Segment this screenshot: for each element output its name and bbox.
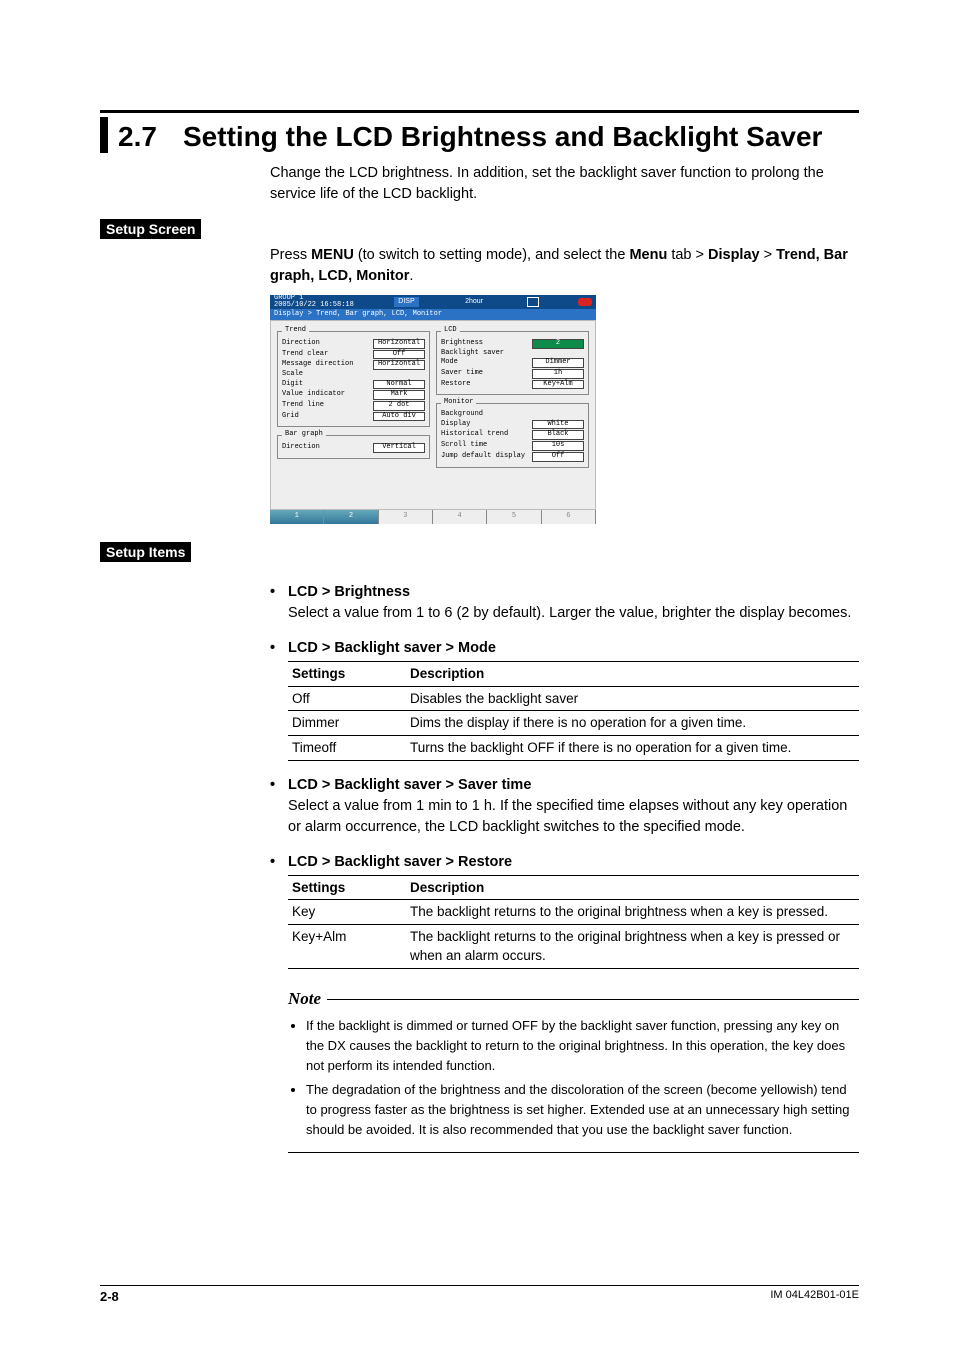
- setting-row: Brightness2: [441, 339, 584, 349]
- table-row: Key+AlmThe backlight returns to the orig…: [288, 924, 859, 968]
- lcd-fieldset: LCD Brightness2Backlight saver ModeDimme…: [436, 327, 589, 395]
- monitor-fieldset: Monitor Background DisplayWhite Historic…: [436, 399, 589, 467]
- function-key[interactable]: 1: [270, 510, 324, 524]
- setting-value[interactable]: Black: [532, 430, 584, 440]
- restore-table: Settings Description KeyThe backlight re…: [288, 875, 859, 969]
- note-heading: Note: [288, 987, 321, 1012]
- function-key[interactable]: 2: [324, 510, 378, 524]
- setting-value[interactable]: 1h: [532, 369, 584, 379]
- setting-value[interactable]: Key+Alm: [532, 380, 584, 390]
- camera-icon: [527, 297, 539, 307]
- setting-value[interactable]: Vertical: [373, 443, 425, 453]
- hour-chip: 2hour: [461, 297, 487, 307]
- setting-value[interactable]: Off: [373, 350, 425, 360]
- item-brightness-title: LCD > Brightness: [288, 582, 859, 603]
- setting-value[interactable]: White: [532, 420, 584, 430]
- setting-value[interactable]: Horizontal: [373, 339, 425, 349]
- setting-row: Trend line2 dot: [282, 401, 425, 411]
- item-mode-title: LCD > Backlight saver > Mode: [288, 638, 859, 659]
- setting-value[interactable]: Mark: [373, 390, 425, 400]
- item-savertime-title: LCD > Backlight saver > Saver time: [288, 775, 859, 796]
- setting-row: RestoreKey+Alm: [441, 380, 584, 390]
- function-key[interactable]: 4: [433, 510, 487, 524]
- setting-row: Value indicatorMark: [282, 390, 425, 400]
- embedded-device-screenshot: GROUP 12005/10/22 16:58:18 DISP 2hour Di…: [270, 295, 596, 524]
- setting-row: Message directionHorizontal: [282, 360, 425, 370]
- table-row: TimeoffTurns the backlight OFF if there …: [288, 735, 859, 760]
- item-restore-title: LCD > Backlight saver > Restore: [288, 852, 859, 873]
- function-key[interactable]: 5: [487, 510, 541, 524]
- function-key[interactable]: 6: [542, 510, 596, 524]
- setting-row: DisplayWhite: [441, 420, 584, 430]
- page-footer: 2-8 IM 04L42B01-01E: [100, 1285, 859, 1304]
- setting-value[interactable]: 10s: [532, 441, 584, 451]
- note-item: The degradation of the brightness and th…: [306, 1080, 859, 1140]
- setting-value[interactable]: Auto div: [373, 412, 425, 422]
- item-brightness-body: Select a value from 1 to 6 (2 by default…: [288, 603, 859, 624]
- setting-row: DirectionVertical: [282, 443, 425, 453]
- setting-row: ModeDimmer: [441, 358, 584, 368]
- disp-chip: DISP: [394, 297, 418, 307]
- setting-row: DigitNormal: [282, 380, 425, 390]
- setting-row: DirectionHorizontal: [282, 339, 425, 349]
- bargraph-fieldset: Bar graph DirectionVertical: [277, 431, 430, 458]
- setting-value[interactable]: Horizontal: [373, 360, 425, 370]
- note-body: If the backlight is dimmed or turned OFF…: [288, 1016, 859, 1154]
- setting-row: Background: [441, 411, 584, 419]
- trend-fieldset: Trend DirectionHorizontalTrend clearOffM…: [277, 327, 430, 427]
- intro-paragraph: Change the LCD brightness. In addition, …: [270, 163, 859, 205]
- setting-row: Historical trendBlack: [441, 430, 584, 440]
- record-icon: [578, 298, 592, 306]
- setting-value[interactable]: Normal: [373, 380, 425, 390]
- setting-value[interactable]: 2: [532, 339, 584, 349]
- item-savertime-body: Select a value from 1 min to 1 h. If the…: [288, 796, 859, 838]
- breadcrumb-path: Display > Trend, Bar graph, LCD, Monitor: [270, 309, 596, 320]
- setting-row: Jump default displayOff: [441, 452, 584, 462]
- section-title: Setting the LCD Brightness and Backlight…: [183, 117, 822, 153]
- setting-row: Trend clearOff: [282, 350, 425, 360]
- document-id: IM 04L42B01-01E: [770, 1289, 859, 1304]
- setting-value[interactable]: 2 dot: [373, 401, 425, 411]
- table-row: OffDisables the backlight saver: [288, 686, 859, 711]
- section-title-bar: 2.7 Setting the LCD Brightness and Backl…: [100, 117, 859, 153]
- note-item: If the backlight is dimmed or turned OFF…: [306, 1016, 859, 1076]
- setting-row: Scroll time10s: [441, 441, 584, 451]
- setting-value[interactable]: Dimmer: [532, 358, 584, 368]
- table-row: DimmerDims the display if there is no op…: [288, 711, 859, 736]
- setup-screen-heading: Setup Screen: [100, 219, 201, 239]
- setting-row: GridAuto div: [282, 412, 425, 422]
- function-keys: 123456: [270, 510, 596, 524]
- function-key[interactable]: 3: [379, 510, 433, 524]
- mode-table: Settings Description OffDisables the bac…: [288, 661, 859, 760]
- setting-row: Saver time1h: [441, 369, 584, 379]
- setting-value[interactable]: Off: [532, 452, 584, 462]
- table-row: KeyThe backlight returns to the original…: [288, 900, 859, 925]
- setup-screen-instruction: Press MENU (to switch to setting mode), …: [270, 245, 859, 287]
- page-number: 2-8: [100, 1289, 119, 1304]
- setting-row: Scale: [282, 371, 425, 379]
- section-number: 2.7: [118, 117, 183, 153]
- setup-items-heading: Setup Items: [100, 542, 191, 562]
- setting-row: Backlight saver: [441, 350, 584, 358]
